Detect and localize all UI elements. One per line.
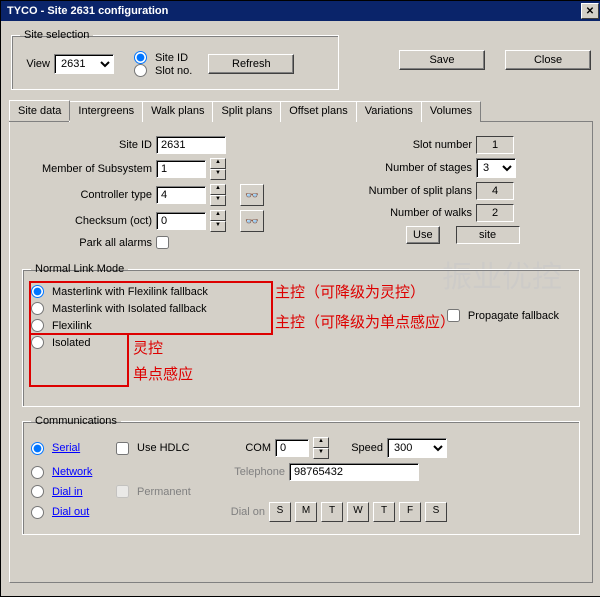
num-walks-label: Number of walks (332, 207, 472, 219)
checksum-browse-icon[interactable]: 👓 (240, 210, 264, 232)
dialout-radio[interactable] (31, 506, 44, 519)
day-sat-button[interactable]: S (425, 502, 447, 522)
num-stages-select[interactable]: 3 (476, 158, 516, 178)
window-title: TYCO - Site 2631 configuration (3, 5, 581, 17)
slot-number-label: Slot number (332, 139, 472, 151)
titlebar: TYCO - Site 2631 configuration ✕ (1, 1, 600, 21)
dialin-label[interactable]: Dial in (52, 486, 112, 498)
isolated-label: Isolated (52, 337, 91, 349)
day-mon-button[interactable]: M (295, 502, 317, 522)
controller-type-input[interactable] (156, 186, 206, 204)
serial-label[interactable]: Serial (52, 442, 112, 454)
usehdlc-label: Use HDLC (137, 442, 207, 454)
site-selection-legend: Site selection (20, 29, 93, 41)
close-button[interactable]: Close (505, 50, 591, 70)
communications-legend: Communications (31, 415, 121, 427)
annotation-text-2: 主控（可降级为单点感应） (275, 311, 455, 332)
permanent-label: Permanent (137, 486, 191, 498)
park-alarms-checkbox[interactable] (156, 236, 169, 249)
isolated-radio[interactable] (31, 336, 44, 349)
slotno-radio-label: Slot no. (155, 65, 192, 77)
tab-volumes[interactable]: Volumes (421, 101, 481, 122)
slotno-radio[interactable] (134, 64, 147, 77)
speed-select[interactable]: 300 (387, 438, 447, 458)
propagate-fallback-label: Propagate fallback (468, 310, 559, 322)
view-label: View (20, 58, 50, 70)
siteid-radio-label: Site ID (155, 52, 188, 64)
masterlink-iso-radio[interactable] (31, 302, 44, 315)
com-input[interactable] (275, 439, 309, 457)
park-alarms-label: Park all alarms (22, 237, 152, 249)
telephone-label: Telephone (210, 466, 285, 478)
slot-number-value: 1 (476, 136, 514, 154)
close-icon[interactable]: ✕ (581, 3, 599, 19)
tab-split-plans[interactable]: Split plans (212, 101, 281, 122)
num-split-plans-label: Number of split plans (332, 185, 472, 197)
num-walks-value: 2 (476, 204, 514, 222)
use-value: site (456, 226, 520, 244)
use-button[interactable]: Use (406, 226, 440, 244)
masterlink-flex-radio[interactable] (31, 285, 44, 298)
day-fri-button[interactable]: F (399, 502, 421, 522)
refresh-button[interactable]: Refresh (208, 54, 294, 74)
link-mode-legend: Normal Link Mode (31, 263, 128, 275)
controller-type-browse-icon[interactable]: 👓 (240, 184, 264, 206)
telephone-input[interactable] (289, 463, 419, 481)
masterlink-flex-label: Masterlink with Flexilink fallback (52, 286, 208, 298)
usehdlc-checkbox[interactable] (116, 442, 129, 455)
dialin-radio[interactable] (31, 485, 44, 498)
controller-type-label: Controller type (22, 189, 152, 201)
tab-variations[interactable]: Variations (356, 101, 422, 122)
day-tue-button[interactable]: T (321, 502, 343, 522)
masterlink-iso-label: Masterlink with Isolated fallback (52, 303, 207, 315)
day-wed-button[interactable]: W (347, 502, 369, 522)
tab-strip: Site data Intergreens Walk plans Split p… (9, 100, 593, 122)
network-radio[interactable] (31, 466, 44, 479)
tab-intergreens[interactable]: Intergreens (69, 101, 143, 122)
subsystem-spinner[interactable]: ▲▼ (210, 158, 226, 180)
num-stages-label: Number of stages (332, 162, 472, 174)
checksum-input[interactable] (156, 212, 206, 230)
network-label[interactable]: Network (52, 466, 112, 478)
num-split-plans-value: 4 (476, 182, 514, 200)
checksum-label: Checksum (oct) (22, 215, 152, 227)
dialout-label[interactable]: Dial out (52, 506, 112, 518)
day-thu-button[interactable]: T (373, 502, 395, 522)
siteid-label: Site ID (22, 139, 152, 151)
annotation-text-3: 灵控 (133, 337, 163, 358)
tab-walk-plans[interactable]: Walk plans (142, 101, 213, 122)
com-label: COM (211, 442, 271, 454)
serial-radio[interactable] (31, 442, 44, 455)
checksum-spinner[interactable]: ▲▼ (210, 210, 226, 232)
tab-offset-plans[interactable]: Offset plans (280, 101, 357, 122)
view-select[interactable]: 2631 (54, 54, 114, 74)
subsystem-input[interactable] (156, 160, 206, 178)
siteid-input[interactable] (156, 136, 226, 154)
permanent-checkbox (116, 485, 129, 498)
speed-label: Speed (333, 442, 383, 454)
siteid-radio[interactable] (134, 51, 147, 64)
tab-site-data[interactable]: Site data (9, 100, 70, 121)
flexilink-label: Flexilink (52, 320, 92, 332)
com-spinner[interactable]: ▲▼ (313, 437, 329, 459)
annotation-text-1: 主控（可降级为灵控） (275, 281, 425, 302)
dialon-label: Dial on (215, 506, 265, 518)
subsystem-label: Member of Subsystem (22, 163, 152, 175)
annotation-text-4: 单点感应 (133, 363, 193, 384)
save-button[interactable]: Save (399, 50, 485, 70)
day-sun-button[interactable]: S (269, 502, 291, 522)
flexilink-radio[interactable] (31, 319, 44, 332)
controller-type-spinner[interactable]: ▲▼ (210, 184, 226, 206)
